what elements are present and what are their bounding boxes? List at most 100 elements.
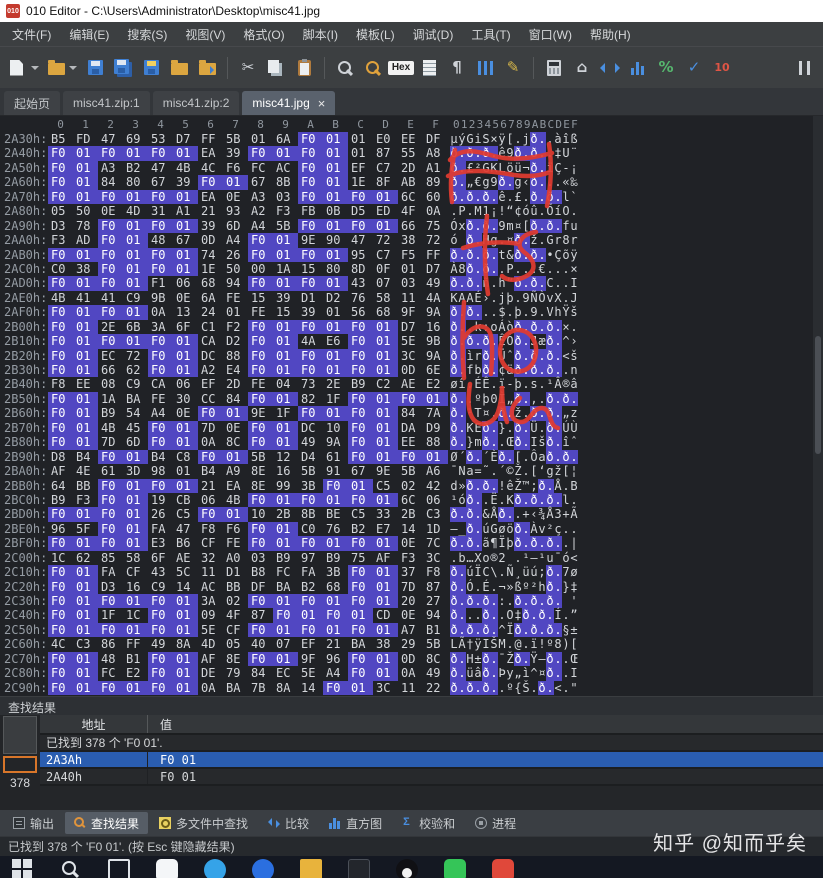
hex-byte[interactable]: 05 — [48, 204, 73, 218]
ascii-char[interactable]: . — [546, 680, 554, 696]
ascii-char[interactable]: æ — [538, 334, 546, 348]
ascii-char[interactable]: . — [522, 146, 530, 161]
ascii-char[interactable]: . — [514, 262, 522, 276]
ascii-char[interactable]: Ÿ — [562, 305, 570, 319]
hex-byte[interactable]: CF — [123, 565, 148, 579]
hex-byte[interactable]: F0 — [298, 189, 323, 205]
ascii-char[interactable]: . — [482, 305, 490, 319]
ascii-char[interactable]: ; — [538, 565, 546, 579]
ascii-char[interactable]: ÿ — [498, 132, 506, 146]
ascii-char[interactable]: l — [562, 190, 570, 204]
hex-byte[interactable]: F0 — [48, 276, 73, 291]
hex-byte[interactable]: F0 — [348, 579, 373, 594]
hex-byte[interactable]: D3 — [98, 580, 123, 594]
ascii-char[interactable]: . — [450, 204, 458, 218]
ascii-char[interactable]: . — [458, 666, 466, 681]
ascii-char[interactable]: . — [546, 175, 554, 189]
ascii-char[interactable]: . — [562, 291, 570, 305]
ascii-char[interactable]: x — [458, 219, 466, 233]
ascii-char[interactable]: » — [458, 479, 466, 493]
ascii-char[interactable]: " — [570, 681, 578, 695]
hex-byte[interactable]: F0 — [148, 334, 173, 349]
ascii-char[interactable]: . — [562, 363, 570, 377]
hex-byte[interactable]: 01 — [73, 276, 98, 291]
hex-byte[interactable]: 01 — [73, 608, 98, 623]
ascii-char[interactable]: ^ — [530, 666, 538, 680]
hex-byte[interactable]: 4F — [398, 204, 423, 218]
hex-byte[interactable]: 01 — [123, 507, 148, 522]
hex-byte[interactable]: 30 — [173, 392, 198, 406]
ascii-char[interactable]: . — [570, 391, 578, 407]
ascii-char[interactable]: ¯ — [554, 551, 562, 565]
hex-byte[interactable]: F0 — [48, 507, 73, 522]
hex-byte[interactable]: C0 — [48, 262, 73, 276]
ascii-char[interactable]: ð — [522, 608, 530, 623]
ascii-char[interactable]: ¡ — [490, 204, 498, 218]
ascii-char[interactable]: ó — [562, 551, 570, 565]
hex-byte[interactable]: F0 — [348, 420, 373, 436]
ascii-char[interactable]: ð — [514, 435, 522, 450]
hex-byte[interactable]: 45 — [123, 421, 148, 435]
hex-byte[interactable]: 5B — [248, 450, 273, 464]
ascii-char[interactable]: + — [562, 507, 570, 521]
ascii-char[interactable]: ð — [466, 449, 474, 465]
ascii-char[interactable]: î — [562, 132, 570, 146]
ascii-char[interactable]: . — [498, 262, 506, 276]
ascii-char[interactable]: † — [466, 637, 474, 651]
ascii-char[interactable]: . — [538, 204, 546, 218]
ascii-char[interactable]: ð — [514, 391, 522, 407]
hex-byte[interactable]: F0 — [148, 666, 173, 681]
ascii-char[interactable]: 9 — [490, 175, 498, 189]
hex-byte[interactable]: 01 — [423, 391, 448, 407]
hex-byte[interactable]: C3 — [423, 507, 448, 521]
hex-byte[interactable]: 01 — [123, 247, 148, 262]
ascii-char[interactable]: . — [546, 608, 554, 623]
hex-byte[interactable]: 01 — [173, 608, 198, 623]
ascii-char[interactable]: . — [570, 449, 578, 465]
ascii-char[interactable]: „ — [506, 392, 514, 406]
ascii-char[interactable]: ó — [450, 233, 458, 247]
hex-byte[interactable]: F0 — [148, 478, 173, 493]
hex-byte[interactable]: F0 — [248, 622, 273, 638]
ascii-char[interactable]: ð — [466, 594, 474, 609]
ascii-char[interactable]: ¤ — [538, 666, 546, 680]
hex-byte[interactable]: 11 — [398, 291, 423, 305]
hex-byte[interactable]: F0 — [98, 276, 123, 291]
hex-byte[interactable]: CF — [223, 623, 248, 637]
replace-button[interactable] — [360, 55, 386, 81]
hex-byte[interactable]: 01 — [123, 334, 148, 349]
taskbar-app-folder-button[interactable] — [300, 859, 322, 878]
hex-byte[interactable]: 72 — [373, 233, 398, 247]
hex-byte[interactable]: F0 — [98, 521, 123, 537]
ascii-char[interactable]: „ — [466, 175, 474, 189]
hex-byte[interactable]: C5 — [373, 479, 398, 493]
ascii-char[interactable]: ¡ — [570, 161, 578, 175]
hex-byte[interactable]: 01 — [173, 334, 198, 349]
ascii-char[interactable]: ö — [506, 522, 514, 536]
ascii-char[interactable]: . — [538, 146, 546, 161]
hex-byte[interactable]: 01 — [123, 189, 148, 205]
ascii-char[interactable]: ê — [498, 190, 506, 204]
hex-byte[interactable]: 01 — [123, 478, 148, 493]
ascii-char[interactable]: O — [562, 204, 570, 218]
ascii-char[interactable]: f — [466, 363, 474, 377]
hex-byte[interactable]: 62 — [123, 363, 148, 377]
ascii-char[interactable]: . — [474, 189, 482, 205]
hex-byte[interactable]: 9F — [298, 652, 323, 666]
hex-byte[interactable]: F0 — [198, 406, 223, 421]
hex-byte[interactable]: F3 — [48, 233, 73, 247]
ascii-char[interactable]: ¯ — [498, 652, 506, 666]
hex-byte[interactable]: 66 — [98, 363, 123, 377]
ascii-char[interactable]: ê — [498, 146, 506, 160]
hex-byte[interactable]: B9 — [48, 493, 73, 507]
ascii-char[interactable]: ð — [530, 348, 538, 363]
hex-byte[interactable]: D5 — [348, 204, 373, 218]
ascii-char[interactable]: . — [450, 551, 458, 565]
ascii-char[interactable]: . — [570, 320, 578, 334]
hex-byte[interactable]: 9E — [248, 406, 273, 420]
ascii-char[interactable]: K — [466, 421, 474, 435]
ascii-char[interactable]: ð — [562, 449, 570, 465]
hex-byte[interactable]: 94 — [223, 276, 248, 290]
ascii-char[interactable]: ¸ — [514, 565, 522, 579]
hex-byte[interactable]: A4 — [148, 406, 173, 420]
